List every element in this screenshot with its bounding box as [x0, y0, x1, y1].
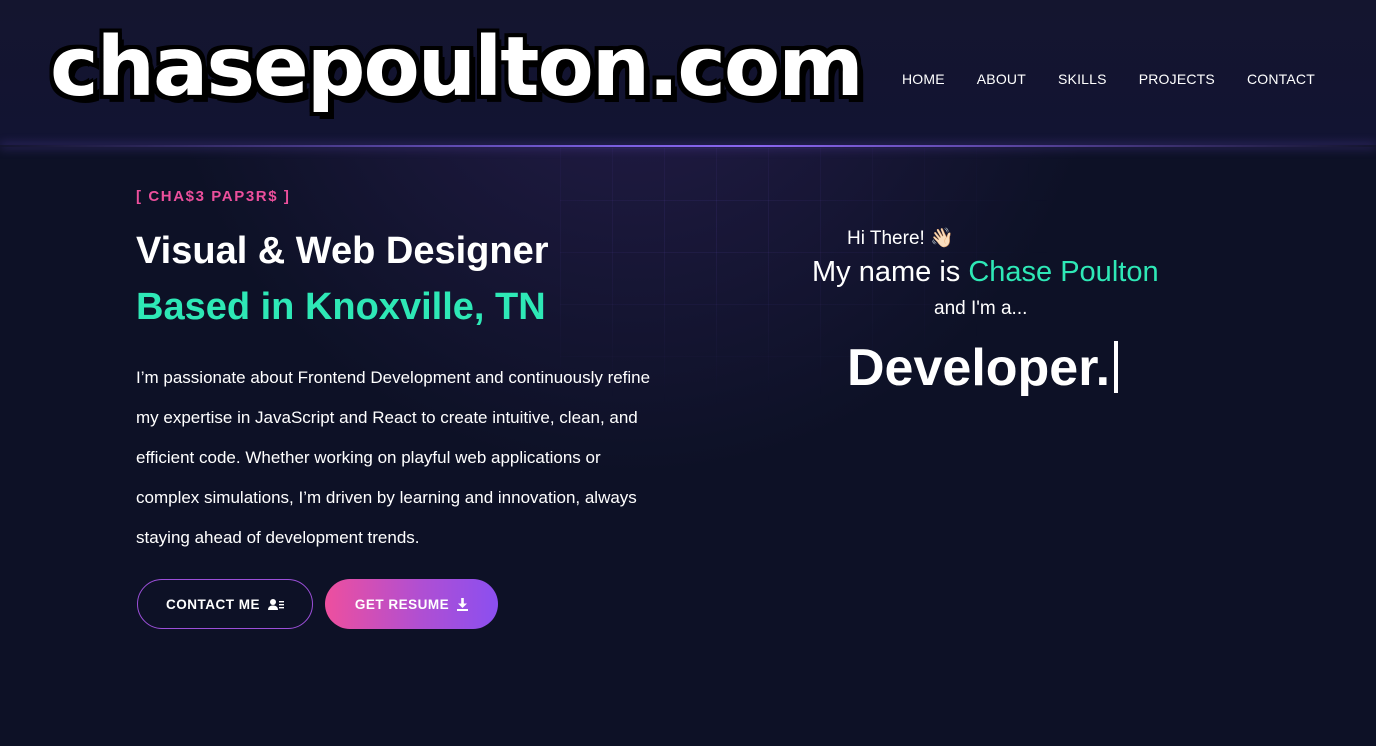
hero-bio: I’m passionate about Frontend Developmen… — [136, 368, 651, 547]
name-prefix: My name is — [812, 256, 961, 288]
typed-role: Developer. — [847, 338, 1119, 398]
name-line: My name is Chase Poulton — [812, 256, 1159, 289]
hero-kicker: [ CHA$3 PAP3R$ ] — [136, 188, 291, 205]
contact-me-button[interactable]: CONTACT ME — [137, 579, 313, 629]
nav-about-link[interactable]: ABOUT — [977, 71, 1026, 87]
download-icon — [457, 597, 469, 611]
person-name: Chase Poulton — [968, 256, 1159, 288]
contact-card-icon — [268, 598, 284, 611]
wave-emoji-icon: 👋🏻 — [930, 227, 954, 249]
typing-caret — [1114, 341, 1119, 393]
get-resume-button[interactable]: GET RESUME — [325, 579, 498, 629]
page: chasepoulton.com HOME ABOUT SKILLS PROJE… — [0, 0, 1376, 746]
get-resume-label: GET RESUME — [354, 596, 450, 612]
typed-role-text: Developer. — [847, 339, 1111, 397]
main-nav: HOME ABOUT SKILLS PROJECTS CONTACT — [902, 71, 1315, 87]
nav-skills-link[interactable]: SKILLS — [1058, 71, 1107, 87]
nav-projects-link[interactable]: PROJECTS — [1139, 71, 1215, 87]
contact-me-label: CONTACT ME — [166, 596, 260, 612]
and-text: and I'm a... — [934, 298, 1028, 319]
site-header: chasepoulton.com HOME ABOUT SKILLS PROJE… — [0, 0, 1376, 147]
greeting-text: Hi There! — [847, 228, 925, 249]
hero-location: Based in Knoxville, TN — [136, 286, 546, 328]
site-logo[interactable]: chasepoulton.com — [50, 18, 864, 118]
nav-home-link[interactable]: HOME — [902, 71, 945, 87]
hero-headline: Visual & Web Designer — [136, 230, 549, 272]
greeting: Hi There! 👋🏻 — [847, 226, 954, 250]
nav-contact-link[interactable]: CONTACT — [1247, 71, 1315, 87]
